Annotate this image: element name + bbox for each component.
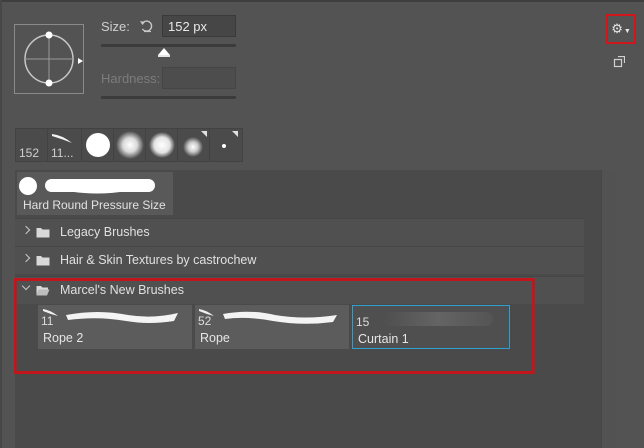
chevron-right-icon[interactable] (21, 253, 31, 263)
size-slider-thumb[interactable] (158, 48, 171, 55)
size-slider-thumb-base (158, 55, 171, 57)
panel-settings-button[interactable]: ⚙ ▼ (606, 14, 636, 44)
size-input[interactable] (162, 15, 236, 37)
left-border (0, 0, 2, 448)
recent-brush[interactable] (146, 129, 178, 161)
brush-name: Rope 2 (43, 331, 84, 345)
preset-name: Hard Round Pressure Size (23, 198, 166, 212)
hard-round-icon (86, 133, 110, 157)
recent-brush[interactable] (114, 129, 146, 161)
brush-size: 15 (356, 315, 370, 329)
brush-stroke-preview (19, 177, 155, 195)
brush-size: 52 (198, 314, 212, 328)
brush-size: 11 (41, 314, 54, 328)
recent-brush-size: 152 (19, 146, 40, 160)
hardness-label: Hardness: (101, 71, 161, 86)
folder-icon (36, 256, 50, 266)
brush-tip-preview[interactable] (14, 24, 84, 94)
chevron-down-icon: ▼ (623, 27, 631, 35)
rope-stroke-icon (43, 309, 178, 323)
brush-tile-rope[interactable]: 52 Rope (195, 305, 349, 349)
soft-round-small-icon (183, 131, 207, 157)
rope-stroke-icon (199, 309, 337, 324)
folder-hair-skin-textures[interactable]: Hair & Skin Textures by castrochew (15, 246, 584, 274)
brush-angle-icon (24, 31, 74, 87)
soft-round-icon (149, 132, 175, 158)
recent-brush-size: 11... (51, 146, 74, 160)
tiny-dot-icon (222, 131, 238, 148)
folder-label: Marcel's New Brushes (60, 283, 184, 297)
curtain-stroke-icon (383, 312, 493, 326)
brush-tile-rope-2[interactable]: 11 Rope 2 (38, 305, 192, 349)
hardness-input (162, 67, 236, 89)
folder-marcels-new-brushes[interactable]: Marcel's New Brushes (15, 276, 584, 304)
size-slider-track[interactable] (101, 44, 236, 47)
recent-brush[interactable] (210, 129, 242, 161)
recent-brush[interactable]: 152 (16, 129, 48, 161)
recent-brush[interactable] (82, 129, 114, 161)
gear-icon: ⚙ (611, 21, 623, 36)
folder-label: Hair & Skin Textures by castrochew (60, 253, 257, 267)
folder-label: Legacy Brushes (60, 225, 150, 239)
brush-list-scrollbar[interactable] (601, 170, 617, 448)
new-preset-icon[interactable] (613, 56, 625, 68)
brush-name: Rope (200, 331, 230, 345)
recent-brush[interactable] (178, 129, 210, 161)
brush-tile-curtain-1[interactable]: 15 Curtain 1 (352, 305, 510, 349)
size-label: Size: (101, 19, 130, 34)
top-border (0, 0, 644, 2)
folder-icon (36, 228, 50, 238)
brush-name: Curtain 1 (358, 332, 409, 346)
recent-brush[interactable]: 11... (48, 129, 82, 161)
chevron-down-icon[interactable] (21, 281, 31, 291)
chevron-right-icon[interactable] (21, 225, 31, 235)
folder-open-icon (36, 286, 50, 296)
angle-handle-icon[interactable] (78, 58, 83, 64)
folder-legacy-brushes[interactable]: Legacy Brushes (15, 218, 584, 246)
reset-size-icon[interactable] (138, 18, 154, 34)
recent-brushes-row: 152 11... (15, 128, 243, 162)
soft-round-icon (116, 131, 144, 159)
hardness-slider-track (101, 96, 236, 99)
